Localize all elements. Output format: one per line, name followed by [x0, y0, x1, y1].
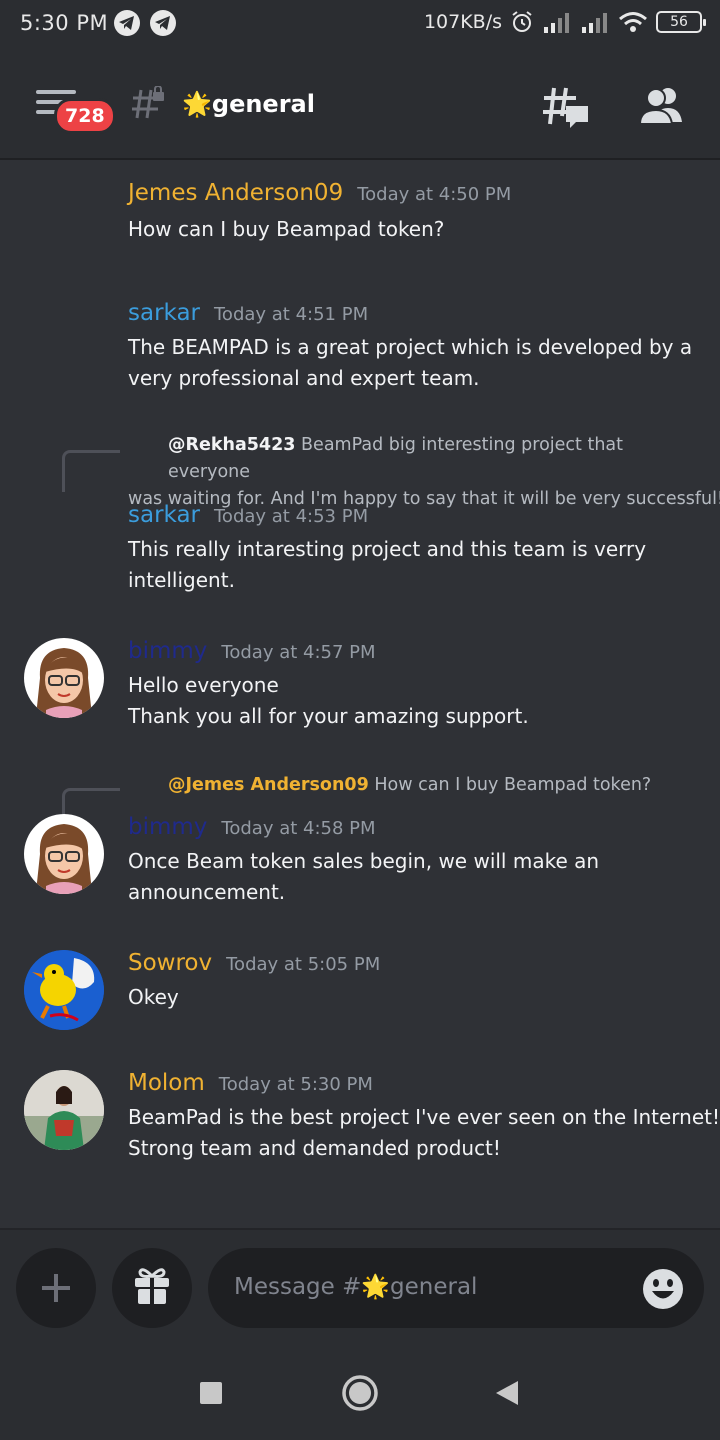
message-content: The BEAMPAD is a great project which is …: [128, 335, 693, 390]
message-timestamp: Today at 5:30 PM: [218, 1074, 373, 1095]
reply-preview[interactable]: @Jemes Anderson09 How can I buy Beampad …: [128, 772, 698, 799]
message-content: This really intaresting project and this…: [128, 537, 647, 592]
avatar[interactable]: [24, 814, 104, 894]
status-time: 5:30 PM: [20, 11, 109, 35]
message-timestamp: Today at 4:50 PM: [357, 184, 512, 205]
message-list[interactable]: Jemes Anderson09 Today at 4:50 PM How can…: [0, 162, 720, 1226]
wifi-icon: [619, 12, 647, 32]
status-bar: 5:30 PM 107KB/s 56: [0, 0, 720, 48]
attach-button[interactable]: [16, 1248, 96, 1328]
alarm-icon: [512, 11, 532, 32]
system-nav-bar: [0, 1346, 720, 1440]
reply-mention[interactable]: @Jemes Anderson09: [168, 775, 369, 795]
message-content: Once Beam token sales begin, we will mak…: [128, 849, 600, 904]
threads-icon[interactable]: [542, 86, 590, 132]
message-author[interactable]: Molom: [128, 1070, 205, 1096]
message-author[interactable]: bimmy: [128, 638, 207, 664]
members-icon[interactable]: [636, 86, 684, 126]
channel-title: 🌟general: [182, 90, 315, 118]
message-author[interactable]: Jemes Anderson09: [128, 180, 343, 206]
telegram-icon: [150, 10, 176, 36]
message-author[interactable]: sarkar: [128, 300, 200, 326]
message-content: Hello everyone Thank you all for your am…: [128, 673, 529, 728]
avatar[interactable]: [24, 950, 104, 1030]
hash-lock-icon: [132, 86, 164, 119]
message-timestamp: Today at 4:53 PM: [214, 506, 369, 527]
message-input-placeholder: Message #🌟general: [234, 1274, 478, 1300]
message-timestamp: Today at 4:51 PM: [214, 304, 369, 325]
message-timestamp: Today at 5:05 PM: [226, 954, 381, 975]
avatar[interactable]: [24, 638, 104, 718]
signal-icon: [544, 13, 569, 33]
gift-icon: [135, 1268, 169, 1304]
nav-back-icon[interactable]: [494, 1379, 520, 1407]
gift-button[interactable]: [112, 1248, 192, 1328]
emoji-icon[interactable]: [642, 1268, 684, 1310]
message-input[interactable]: Message #🌟general: [208, 1248, 704, 1328]
battery-indicator: 56: [656, 11, 706, 33]
plus-icon: [42, 1274, 70, 1302]
net-speed: 107KB/s: [423, 11, 502, 33]
message-content: BeamPad is the best project I've ever se…: [128, 1105, 720, 1160]
message-author[interactable]: bimmy: [128, 814, 207, 840]
message-timestamp: Today at 4:57 PM: [221, 642, 376, 663]
message-composer: Message #🌟general: [0, 1228, 720, 1346]
telegram-icon: [114, 10, 140, 36]
nav-home-icon[interactable]: [341, 1374, 379, 1412]
message-author[interactable]: sarkar: [128, 502, 200, 528]
message-author[interactable]: Sowrov: [128, 950, 212, 976]
reply-preview[interactable]: @Rekha5423 BeamPad big interesting proje…: [128, 432, 720, 513]
avatar[interactable]: [24, 1070, 104, 1150]
nav-square-icon[interactable]: [199, 1381, 223, 1405]
channel-header: 728 🌟general: [0, 48, 720, 160]
signal-icon: [582, 13, 607, 33]
reply-connector: [62, 450, 120, 492]
reply-mention[interactable]: @Rekha5423: [168, 435, 295, 455]
message-content: Okey: [128, 985, 179, 1009]
message-timestamp: Today at 4:58 PM: [221, 818, 376, 839]
message-content: How can I buy Beampad token?: [128, 217, 445, 241]
unread-badge: 728: [54, 98, 116, 134]
